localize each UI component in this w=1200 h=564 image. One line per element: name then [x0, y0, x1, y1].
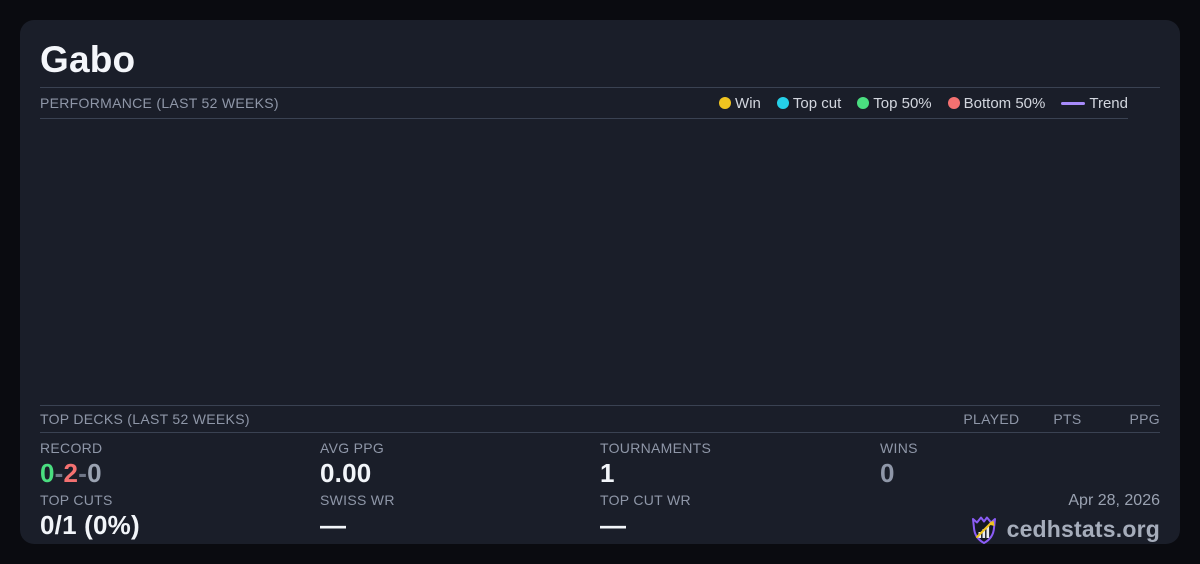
stat-top-cuts: TOP CUTS 0/1 (0%)	[40, 492, 320, 544]
record-wins: 0	[40, 458, 55, 488]
stat-label: TOP CUTS	[40, 492, 113, 508]
stat-label: TOURNAMENTS	[600, 440, 712, 456]
legend-item-trend[interactable]: Trend	[1061, 95, 1128, 112]
chart-legend: Win Top cut Top 50% Bottom 50% Trend	[719, 95, 1128, 112]
legend-item-top-50[interactable]: Top 50%	[857, 94, 932, 112]
branding-block: Apr 28, 2026 cedhstats.org	[880, 492, 1160, 544]
report-date: Apr 28, 2026	[1068, 492, 1160, 509]
column-header-ppg: PPG	[1129, 411, 1160, 427]
top-cuts-value: 0/1 (0%)	[40, 510, 140, 540]
stat-avg-ppg: AVG PPG 0.00	[320, 440, 600, 492]
legend-label: Bottom 50%	[963, 94, 1046, 112]
bottom-50-dot-icon	[947, 97, 960, 109]
column-header-played: PLAYED	[963, 411, 1020, 427]
win-dot-icon	[719, 97, 732, 109]
page-title: Gabo	[40, 39, 136, 80]
record-separator: -	[78, 458, 88, 488]
record-separator: -	[54, 458, 64, 488]
cedhstats-shield-logo-icon	[971, 516, 996, 544]
legend-label: Trend	[1089, 94, 1128, 112]
swiss-wr-value: —	[320, 510, 347, 540]
trend-line-icon	[1061, 101, 1086, 105]
stat-label: WINS	[880, 440, 918, 456]
legend-item-win[interactable]: Win	[719, 95, 761, 112]
stat-wins: WINS 0	[880, 440, 1160, 492]
legend-label: Win	[735, 94, 761, 112]
legend-item-top-cut[interactable]: Top cut	[776, 94, 842, 112]
brand-row[interactable]: cedhstats.org	[969, 513, 1160, 544]
stat-label: TOP CUT WR	[600, 492, 691, 508]
stat-label: AVG PPG	[320, 440, 385, 456]
record-losses: 2	[63, 458, 79, 488]
stat-swiss-wr: SWISS WR —	[320, 492, 600, 544]
legend-label: Top cut	[792, 94, 842, 112]
performance-heading: PERFORMANCE (LAST 52 WEEKS)	[40, 95, 279, 111]
top-cut-dot-icon	[776, 97, 789, 109]
top-cut-wr-value: —	[600, 510, 627, 540]
top-decks-header: TOP DECKS (LAST 52 WEEKS) PLAYED PTS PPG	[40, 405, 1160, 433]
performance-header: PERFORMANCE (LAST 52 WEEKS) Win Top cut …	[40, 88, 1128, 119]
record-value: 0-2-0	[40, 458, 320, 488]
top-50-dot-icon	[857, 97, 870, 109]
wins-value: 0	[880, 458, 895, 488]
stat-record: RECORD 0-2-0	[40, 440, 320, 492]
top-decks-column-headers: PLAYED PTS PPG	[963, 411, 1160, 427]
brand-name: cedhstats.org	[1006, 515, 1160, 542]
tournaments-value: 1	[600, 458, 615, 488]
stat-tournaments: TOURNAMENTS 1	[600, 440, 880, 492]
record-draws: 0	[87, 458, 102, 488]
legend-label: Top 50%	[873, 94, 932, 112]
column-header-pts: PTS	[1053, 411, 1082, 427]
stat-label: SWISS WR	[320, 492, 395, 508]
page-background: { "page": { "title": "Gabo" }, "performa…	[0, 0, 1200, 564]
player-stats-card: Gabo PERFORMANCE (LAST 52 WEEKS) Win Top…	[20, 20, 1180, 544]
avg-ppg-value: 0.00	[320, 458, 372, 488]
legend-item-bottom-50[interactable]: Bottom 50%	[947, 94, 1046, 112]
performance-chart-empty	[40, 119, 1160, 405]
stat-label: RECORD	[40, 440, 103, 456]
stat-top-cut-wr: TOP CUT WR —	[600, 492, 880, 544]
top-decks-heading: TOP DECKS (LAST 52 WEEKS)	[40, 411, 250, 427]
stats-grid: RECORD 0-2-0 AVG PPG 0.00 TOURNAMENTS 1 …	[40, 433, 1160, 544]
